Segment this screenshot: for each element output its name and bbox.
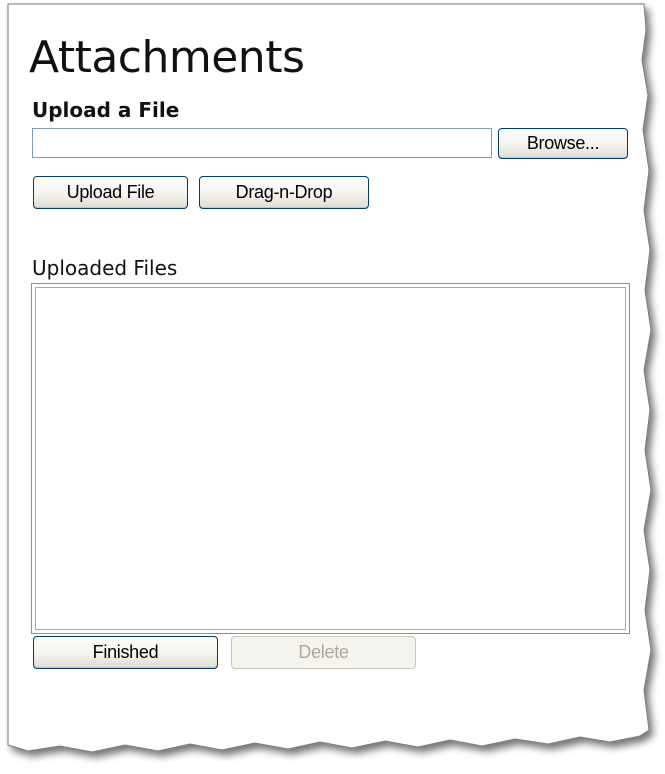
attachments-panel: Attachments Upload a File Browse... Uplo…: [0, 0, 665, 774]
finished-button[interactable]: Finished: [33, 636, 218, 669]
file-path-input[interactable]: [32, 128, 492, 158]
drag-n-drop-button[interactable]: Drag-n-Drop: [199, 176, 369, 209]
browse-button[interactable]: Browse...: [498, 128, 628, 159]
attachments-dialog: Attachments Upload a File Browse... Uplo…: [0, 0, 665, 774]
upload-heading: Upload a File: [32, 98, 180, 122]
page-title: Attachments: [29, 32, 305, 83]
uploaded-files-label: Uploaded Files: [32, 256, 178, 280]
uploaded-files-list-inner: [35, 287, 626, 630]
delete-button: Delete: [231, 636, 416, 669]
uploaded-files-list[interactable]: [31, 283, 630, 634]
upload-file-button[interactable]: Upload File: [33, 176, 188, 209]
